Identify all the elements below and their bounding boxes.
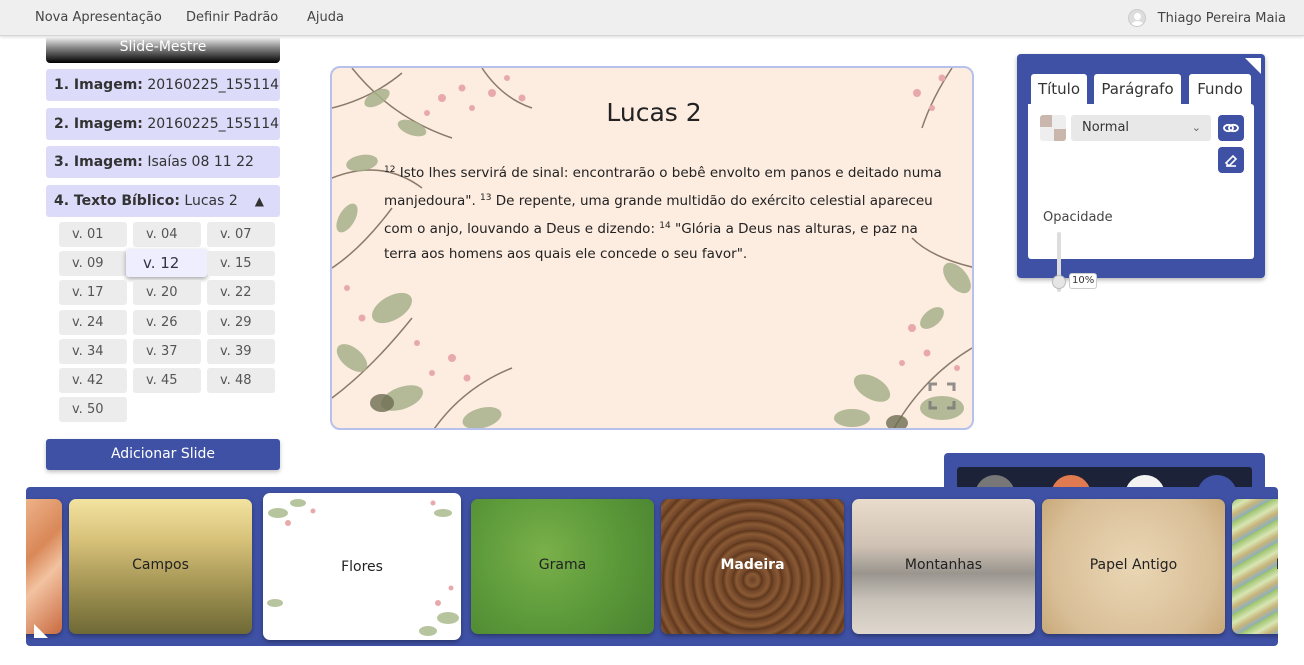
background-card-montanhas[interactable]: Montanhas [852, 499, 1035, 634]
link-icon-button[interactable] [1218, 115, 1244, 141]
panel-corner-icon[interactable] [1245, 58, 1261, 74]
opacity-label: Opacidade [1043, 210, 1113, 225]
verse-button[interactable]: v. 29 [207, 310, 275, 335]
slide-item-prefix: 4. Texto Bíblico: [54, 193, 180, 209]
verse-button-active[interactable]: v. 12 [126, 249, 207, 277]
opacity-slider-thumb[interactable] [1052, 275, 1066, 289]
background-card-flores[interactable]: Flores [263, 493, 461, 640]
tab-fundo[interactable]: Fundo [1189, 74, 1251, 106]
link-icon [1223, 123, 1239, 133]
erase-button[interactable] [1218, 147, 1244, 173]
top-bar: Nova Apresentação Definir Padrão Ajuda T… [0, 0, 1304, 36]
fullscreen-icon[interactable] [928, 382, 956, 410]
background-card-campos[interactable]: Campos [69, 499, 252, 634]
verse-button[interactable]: v. 22 [207, 280, 275, 305]
background-settings: Normal ⌄ Opacidade 10% [1028, 104, 1254, 292]
user-name: Thiago Pereira Maia [1157, 10, 1286, 26]
user-menu[interactable]: Thiago Pereira Maia [1127, 9, 1286, 27]
slide-item-prefix: 1. Imagem: [54, 77, 143, 93]
verse-button[interactable]: v. 26 [133, 310, 201, 335]
slide-item-2[interactable]: 2. Imagem: 20160225_155114 [46, 108, 280, 140]
background-card-label: Papel Antigo [1089, 557, 1178, 573]
tab-titulo[interactable]: Título [1031, 74, 1087, 104]
opacity-value: 10% [1069, 273, 1098, 289]
verse-button[interactable]: v. 24 [59, 310, 127, 335]
verse-number: 12 [384, 165, 396, 175]
verse-button[interactable]: v. 39 [207, 339, 275, 364]
menu-ajuda[interactable]: Ajuda [307, 10, 344, 25]
background-card-partial[interactable] [26, 499, 62, 634]
verse-button[interactable]: v. 37 [133, 339, 201, 364]
background-card-label: Campos [132, 557, 189, 573]
background-card-madeira[interactable]: Madeira [661, 499, 844, 634]
slide-item-prefix: 3. Imagem: [54, 154, 143, 170]
background-gallery: Campos Flores Grama Madeira Montanhas Pa… [26, 487, 1278, 646]
menu-nova-apresentacao[interactable]: Nova Apresentação [35, 10, 162, 25]
properties-panel: Título Parágrafo Fundo Normal ⌄ Opacidad… [1017, 54, 1265, 292]
slide-item-prefix: 2. Imagem: [54, 116, 143, 132]
background-card-partial-right[interactable]: P [1232, 499, 1278, 634]
menu-definir-padrao[interactable]: Definir Padrão [186, 10, 278, 25]
verse-button[interactable]: v. 50 [59, 397, 127, 422]
blend-swatch-icon [1040, 115, 1066, 141]
verse-number: 13 [480, 193, 492, 203]
slide-preview: Lucas 2 12 Isto lhes servirá de sinal: e… [330, 66, 974, 430]
verse-button[interactable]: v. 20 [133, 280, 201, 305]
background-card-label: P [1270, 557, 1278, 573]
tab-paragrafo[interactable]: Parágrafo [1094, 74, 1181, 104]
background-card-grama[interactable]: Grama [471, 499, 654, 634]
verse-button[interactable]: v. 45 [133, 368, 201, 393]
eraser-icon [1224, 154, 1238, 168]
blend-mode-select[interactable]: Normal ⌄ [1071, 115, 1211, 141]
verse-button[interactable]: v. 34 [59, 339, 127, 364]
verse-number: 14 [659, 221, 671, 231]
slide-item-name: Isaías 08 11 22 [147, 154, 254, 170]
slide-master-label: Slide-Mestre [119, 39, 207, 55]
verse-button[interactable]: v. 04 [133, 222, 201, 247]
slide-item-name: Lucas 2 [184, 193, 238, 209]
background-card-papel-antigo[interactable]: Papel Antigo [1042, 499, 1225, 634]
verse-button[interactable]: v. 17 [59, 280, 127, 305]
background-card-label: Flores [341, 559, 383, 575]
slide-title: Lucas 2 [606, 98, 702, 127]
slide-body: 12 Isto lhes servirá de sinal: encontrar… [384, 158, 944, 267]
slide-item-name: 20160225_155114 [147, 116, 280, 132]
chevron-up-icon[interactable]: ▲ [255, 185, 264, 217]
avatar [1127, 9, 1146, 27]
verse-button[interactable]: v. 07 [207, 222, 275, 247]
slide-master-button[interactable]: Slide-Mestre [46, 37, 280, 63]
chevron-down-icon: ⌄ [1191, 121, 1201, 134]
slide-item-1[interactable]: 1. Imagem: 20160225_155114 [46, 69, 280, 101]
verse-button[interactable]: v. 09 [59, 251, 127, 276]
blend-mode-value: Normal [1082, 120, 1130, 135]
add-slide-button[interactable]: Adicionar Slide [46, 439, 280, 470]
verse-button[interactable]: v. 01 [59, 222, 127, 247]
slide-item-3[interactable]: 3. Imagem: Isaías 08 11 22 [46, 146, 280, 178]
slide-item-4[interactable]: 4. Texto Bíblico: Lucas 2 ▲ [46, 185, 280, 217]
strip-corner-icon[interactable] [34, 624, 48, 638]
background-card-label: Montanhas [904, 557, 983, 573]
background-card-label: Grama [538, 557, 587, 573]
background-card-label: Madeira [720, 557, 785, 573]
verse-button[interactable]: v. 48 [207, 368, 275, 393]
verse-button[interactable]: v. 42 [59, 368, 127, 393]
verse-button[interactable]: v. 15 [207, 251, 275, 276]
slide-item-name: 20160225_155114 [147, 77, 280, 93]
